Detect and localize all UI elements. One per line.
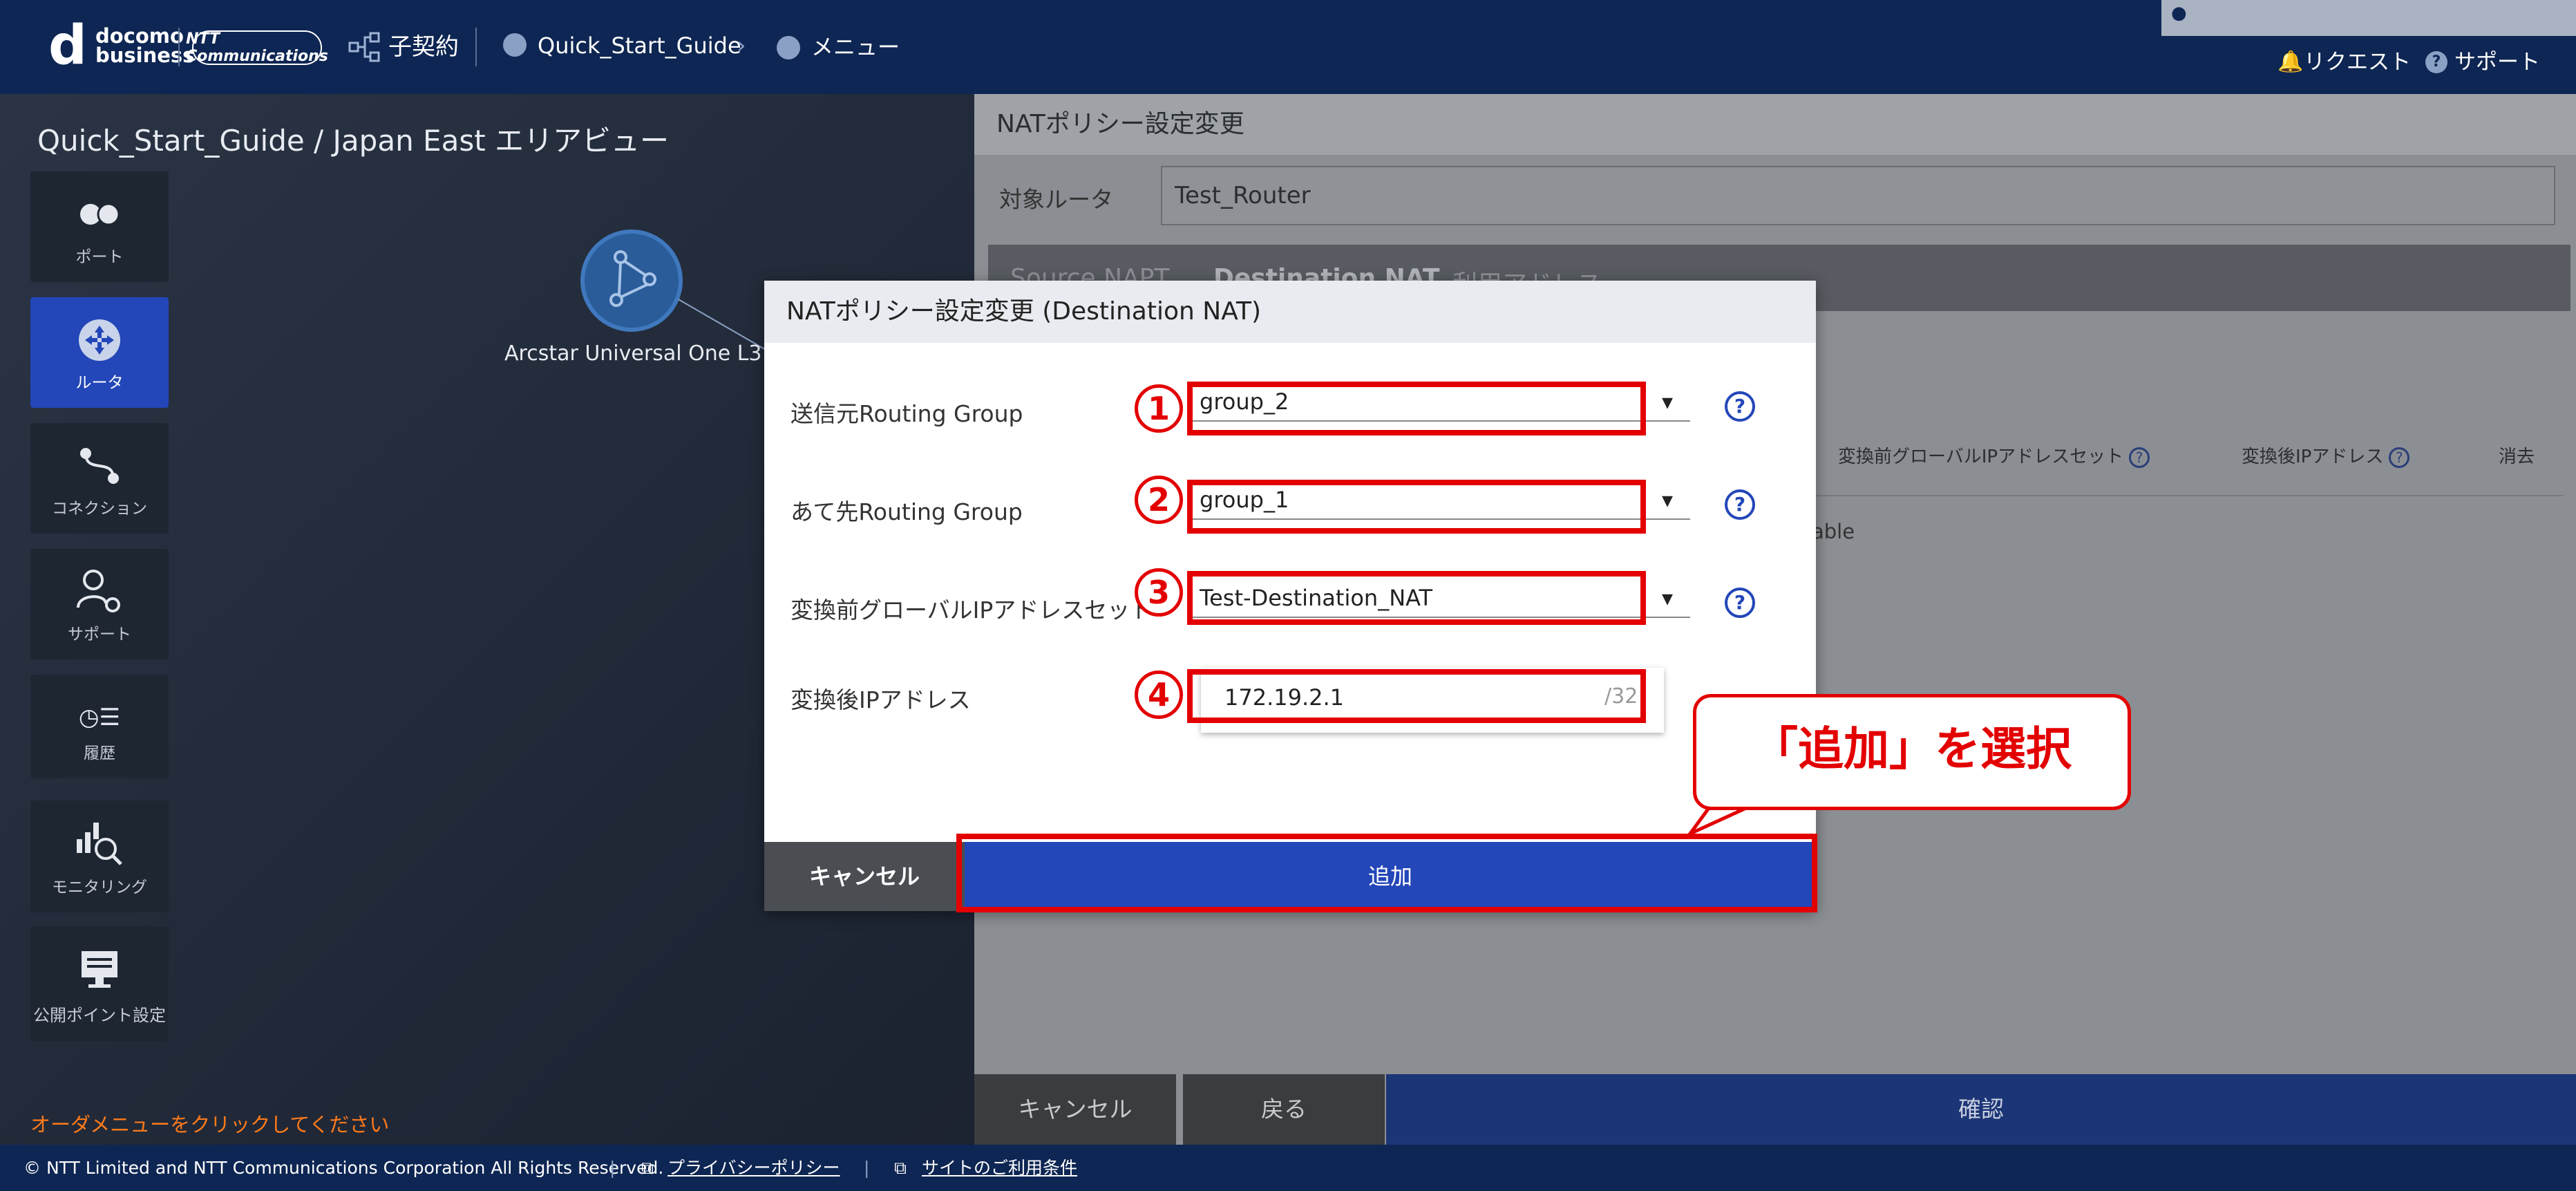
step-number-1: 1 (1135, 384, 1183, 433)
bell-icon: 🔔 (2277, 50, 2304, 74)
sidebar-item-label: ルータ (75, 374, 124, 392)
nav-contract-link[interactable]: 子契約 (388, 33, 459, 61)
privacy-policy-link[interactable]: プライバシーポリシー (667, 1145, 840, 1191)
header-divider (475, 28, 477, 66)
external-link-icon: ⧉ (894, 1158, 907, 1178)
panel-title: NATポリシー設定変更 (974, 94, 2576, 155)
table-empty-text: able (1812, 520, 1855, 543)
nav-menu-link[interactable]: メニュー (811, 33, 900, 61)
panel-confirm-button[interactable]: 確認 (1386, 1074, 2576, 1145)
router-icon (72, 319, 127, 361)
breadcrumb-chevron-icon: › (737, 32, 746, 59)
step-number-4: 4 (1135, 670, 1183, 719)
public-point-icon (72, 950, 127, 988)
sidebar-item-monitoring[interactable]: モニタリング (30, 800, 169, 912)
add-instruction-callout: 「追加」を選択 (1693, 694, 2131, 810)
sidebar-item-router[interactable]: ルータ (30, 297, 169, 408)
port-icon (72, 195, 127, 234)
sidebar-item-support[interactable]: サポート (30, 549, 169, 659)
page-footer: © NTT Limited and NTT Communications Cor… (0, 1145, 2576, 1191)
terms-of-use-link[interactable]: サイトのご利用条件 (922, 1145, 1077, 1191)
step-number-2: 2 (1135, 476, 1183, 524)
docomo-logo-icon: d (48, 15, 87, 77)
sidebar-item-label: モニタリング (52, 879, 147, 897)
target-router-label: 対象ルータ (999, 186, 1113, 213)
support-link[interactable]: サポート (2454, 48, 2540, 76)
help-circle-icon: ? (2425, 51, 2447, 73)
source-routing-group-label: 送信元Routing Group (790, 400, 1023, 427)
destination-routing-group-label: あて先Routing Group (790, 498, 1023, 525)
user-icon: ● (2171, 3, 2187, 24)
panel-cancel-button[interactable]: キャンセル (974, 1074, 1176, 1145)
area-view-title: Quick_Start_Guide / Japan East エリアビュー (37, 124, 670, 158)
footer-divider: | (864, 1158, 870, 1178)
step-number-3: 3 (1135, 568, 1183, 617)
col-pre-global-ip: 変換前グローバルIPアドレスセット? (1838, 442, 2150, 468)
external-link-icon: ⧉ (641, 1158, 654, 1178)
monitoring-icon (72, 823, 127, 865)
table-divider (1776, 495, 2564, 496)
copyright-text: © NTT Limited and NTT Communications Cor… (23, 1158, 664, 1178)
sidebar-item-history[interactable]: ◷☰ 履歴 (30, 675, 169, 778)
highlight-box (1187, 480, 1646, 534)
check-circle-icon (777, 36, 800, 59)
sidebar-item-connection[interactable]: コネクション (30, 423, 169, 534)
support-icon (72, 570, 127, 612)
highlight-box (1187, 669, 1646, 723)
nav-guide-link[interactable]: Quick_Start_Guide (538, 32, 741, 59)
col-post-ip: 変換後IPアドレス? (2242, 442, 2410, 468)
sidebar-item-label: 履歴 (84, 744, 115, 762)
help-icon[interactable]: ? (1725, 489, 1755, 520)
sidebar-item-public-point[interactable]: 公開ポイント設定 (30, 926, 169, 1041)
target-router-field: Test_Router (1161, 166, 2555, 225)
globe-network-icon[interactable] (580, 229, 683, 332)
sidebar-item-label: 公開ポイント設定 (33, 1006, 166, 1025)
chevron-down-icon[interactable]: ▾ (1645, 482, 1690, 520)
highlight-box (1187, 382, 1646, 435)
help-circle-icon: ? (2129, 447, 2150, 468)
dialog-title: NATポリシー設定変更 (Destination NAT) (764, 281, 1816, 343)
highlight-box (1187, 571, 1646, 625)
highlight-box (956, 834, 1817, 912)
footer-divider: | (609, 1158, 616, 1178)
help-icon[interactable]: ? (1725, 588, 1755, 618)
dialog-cancel-button[interactable]: キャンセル (764, 842, 965, 911)
connection-icon (72, 447, 127, 485)
chevron-down-icon[interactable]: ▾ (1645, 384, 1690, 422)
request-link[interactable]: リクエスト (2304, 48, 2411, 76)
pre-global-ip-set-label: 変換前グローバルIPアドレスセット (790, 597, 1153, 623)
post-ip-address-label: 変換後IPアドレス (790, 686, 971, 713)
top-header: d docomo business NTT Communications 子契約 … (0, 0, 2576, 94)
help-circle-icon: ? (2389, 447, 2410, 468)
chevron-down-icon[interactable]: ▾ (1645, 581, 1690, 618)
ntt-logo: NTT Communications (186, 30, 328, 65)
sidebar-item-label: ポート (75, 248, 124, 266)
panel-back-button[interactable]: 戻る (1183, 1074, 1385, 1145)
help-icon[interactable]: ? (1725, 391, 1755, 422)
sidebar-item-label: コネクション (52, 500, 147, 518)
sidebar-item-port[interactable]: ポート (30, 171, 169, 282)
contract-tree-icon (348, 32, 383, 62)
user-account-box[interactable]: ● (2161, 0, 2576, 36)
sidebar-item-label: サポート (68, 626, 131, 644)
check-circle-icon (503, 33, 527, 57)
globe-label: Arcstar Universal One L3 (504, 341, 762, 366)
header-divider (178, 28, 180, 66)
history-icon: ◷☰ (78, 704, 121, 731)
col-delete: 消去 (2499, 447, 2535, 467)
order-menu-hint: オーダメニューをクリックしてください (30, 1113, 390, 1136)
